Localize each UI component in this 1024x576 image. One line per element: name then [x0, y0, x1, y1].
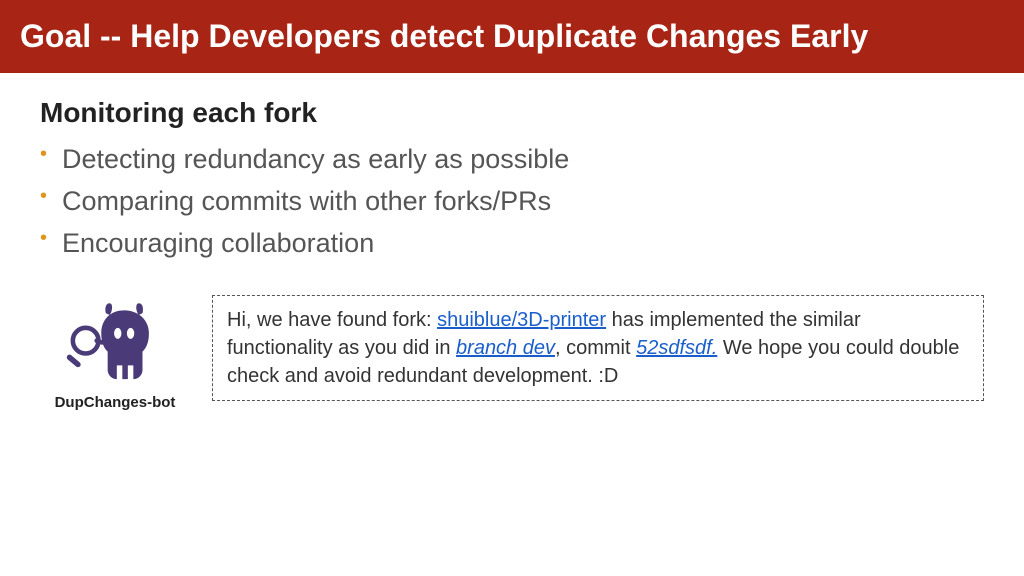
bullet-item: Encouraging collaboration: [40, 223, 984, 265]
slide-header: Goal -- Help Developers detect Duplicate…: [0, 0, 1024, 73]
subtitle: Monitoring each fork: [40, 97, 984, 129]
slide-content: Monitoring each fork Detecting redundanc…: [0, 73, 1024, 411]
fork-link[interactable]: shuiblue/3D-printer: [437, 309, 606, 331]
slide-title: Goal -- Help Developers detect Duplicate…: [20, 18, 868, 54]
bullet-list: Detecting redundancy as early as possibl…: [40, 139, 984, 265]
branch-link[interactable]: branch dev: [456, 337, 555, 359]
octocat-magnifier-icon: [60, 295, 170, 390]
bot-message-row: DupChanges-bot Hi, we have found fork: s…: [40, 295, 984, 411]
message-text: , commit: [555, 337, 636, 359]
commit-link[interactable]: 52sdfsdf.: [636, 337, 717, 359]
bot-message-box: Hi, we have found fork: shuiblue/3D-prin…: [212, 295, 984, 401]
bullet-item: Detecting redundancy as early as possibl…: [40, 139, 984, 181]
bullet-item: Comparing commits with other forks/PRs: [40, 181, 984, 223]
bot-name: DupChanges-bot: [40, 394, 190, 411]
message-text: Hi, we have found fork:: [227, 309, 437, 331]
bot-figure: DupChanges-bot: [40, 295, 190, 411]
